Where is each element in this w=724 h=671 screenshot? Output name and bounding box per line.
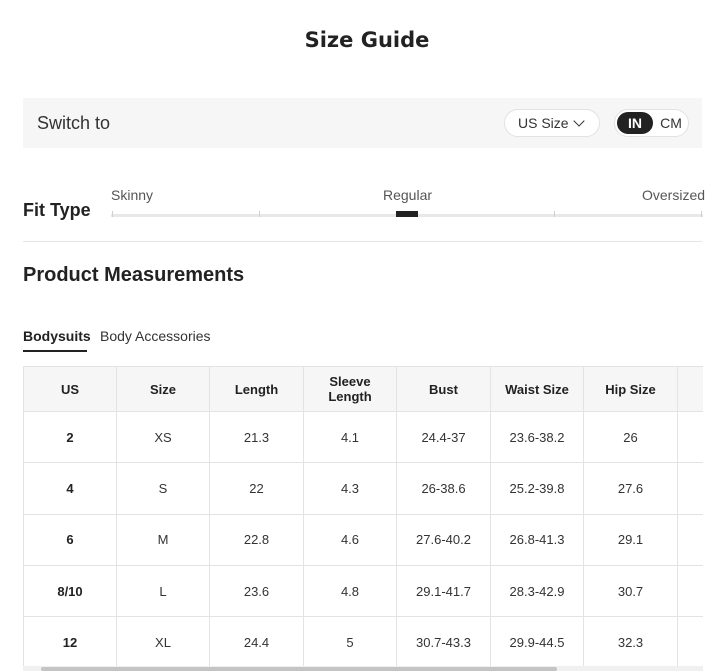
divider [23, 241, 702, 242]
scrollbar-thumb[interactable] [41, 667, 557, 671]
column-header: Size [116, 366, 210, 412]
measurements-table: US Size Length Sleeve Length Bust Waist … [23, 366, 703, 666]
table-cell-overflow [677, 513, 703, 566]
table-cell: 23.6 [209, 564, 304, 618]
fit-option-regular: Regular [383, 187, 433, 203]
fit-scale-tick [112, 211, 113, 217]
measurements-table-container[interactable]: US Size Length Sleeve Length Bust Waist … [23, 366, 703, 666]
table-row: 2 XS 21.3 4.1 24.4-37 23.6-38.2 26 [23, 410, 703, 464]
chevron-down-icon [573, 115, 585, 127]
table-cell: 30.7 [583, 564, 678, 618]
column-header: Bust [396, 366, 491, 412]
tab-bodysuits[interactable]: Bodysuits [23, 328, 91, 344]
fit-scale-tick [259, 211, 260, 217]
table-row: 8/10 L 23.6 4.8 29.1-41.7 28.3-42.9 30.7 [23, 564, 703, 618]
table-cell: 26 [583, 410, 678, 464]
table-row: 4 S 22 4.3 26-38.6 25.2-39.8 27.6 [23, 462, 703, 515]
table-cell: 29.1-41.7 [396, 564, 491, 618]
size-system-value: US Size [518, 115, 569, 131]
fit-option-skinny: Skinny [111, 187, 154, 203]
product-measurements-title: Product Measurements [23, 264, 245, 286]
fit-scale-marker [396, 211, 418, 217]
table-cell: 4.8 [303, 564, 397, 618]
unit-toggle[interactable]: IN CM [614, 109, 689, 137]
unit-cm-button[interactable]: CM [655, 112, 687, 134]
table-cell: L [116, 564, 210, 618]
page-title: Size Guide [304, 28, 430, 52]
table-cell-overflow [677, 564, 703, 618]
table-cell-overflow [677, 410, 703, 464]
column-header: Hip Size [583, 366, 678, 412]
table-cell: 8/10 [23, 564, 117, 618]
fit-scale-tick [701, 211, 702, 217]
table-cell: XS [116, 410, 210, 464]
table-cell-overflow [677, 616, 703, 666]
table-cell: 4.1 [303, 410, 397, 464]
table-cell: 2 [23, 410, 117, 464]
table-row: 12 XL 24.4 5 30.7-43.3 29.9-44.5 32.3 [23, 616, 703, 666]
table-cell: 26.8-41.3 [490, 513, 584, 566]
fit-type-label: Fit Type [23, 200, 91, 220]
table-cell: 27.6-40.2 [396, 513, 491, 566]
column-header: Length [209, 366, 304, 412]
tab-body-accessories[interactable]: Body Accessories [100, 328, 211, 344]
table-cell: 23.6-38.2 [490, 410, 584, 464]
fit-option-oversized: Oversized [642, 187, 706, 203]
table-cell: 29.1 [583, 513, 678, 566]
size-system-select[interactable]: US Size [504, 109, 600, 137]
table-cell-overflow [677, 462, 703, 515]
table-cell: 27.6 [583, 462, 678, 515]
switch-label: Switch to [37, 113, 111, 133]
table-cell: 4.3 [303, 462, 397, 515]
table-cell: 12 [23, 616, 117, 666]
table-cell: S [116, 462, 210, 515]
unit-in-button[interactable]: IN [617, 112, 653, 134]
table-cell: 30.7-43.3 [396, 616, 491, 666]
table-cell: 4.6 [303, 513, 397, 566]
table-row: 6 M 22.8 4.6 27.6-40.2 26.8-41.3 29.1 [23, 513, 703, 566]
table-cell: 29.9-44.5 [490, 616, 584, 666]
table-cell: XL [116, 616, 210, 666]
switch-bar: Switch to US Size IN CM [23, 98, 702, 148]
column-header: Waist Size [490, 366, 584, 412]
fit-scale-tick [554, 211, 555, 217]
table-cell: 22 [209, 462, 304, 515]
table-cell: 4 [23, 462, 117, 515]
table-cell: 22.8 [209, 513, 304, 566]
table-cell: 26-38.6 [396, 462, 491, 515]
table-header-row: US Size Length Sleeve Length Bust Waist … [23, 366, 703, 412]
table-cell: 24.4-37 [396, 410, 491, 464]
horizontal-scrollbar[interactable] [23, 666, 703, 671]
table-cell: 25.2-39.8 [490, 462, 584, 515]
table-cell: 32.3 [583, 616, 678, 666]
column-header: Sleeve Length [303, 366, 397, 412]
column-header: US [23, 366, 117, 412]
table-cell: 24.4 [209, 616, 304, 666]
active-tab-indicator [23, 350, 87, 352]
table-cell: 28.3-42.9 [490, 564, 584, 618]
table-cell: M [116, 513, 210, 566]
column-header-overflow [677, 366, 703, 412]
table-cell: 6 [23, 513, 117, 566]
table-cell: 5 [303, 616, 397, 666]
table-cell: 21.3 [209, 410, 304, 464]
